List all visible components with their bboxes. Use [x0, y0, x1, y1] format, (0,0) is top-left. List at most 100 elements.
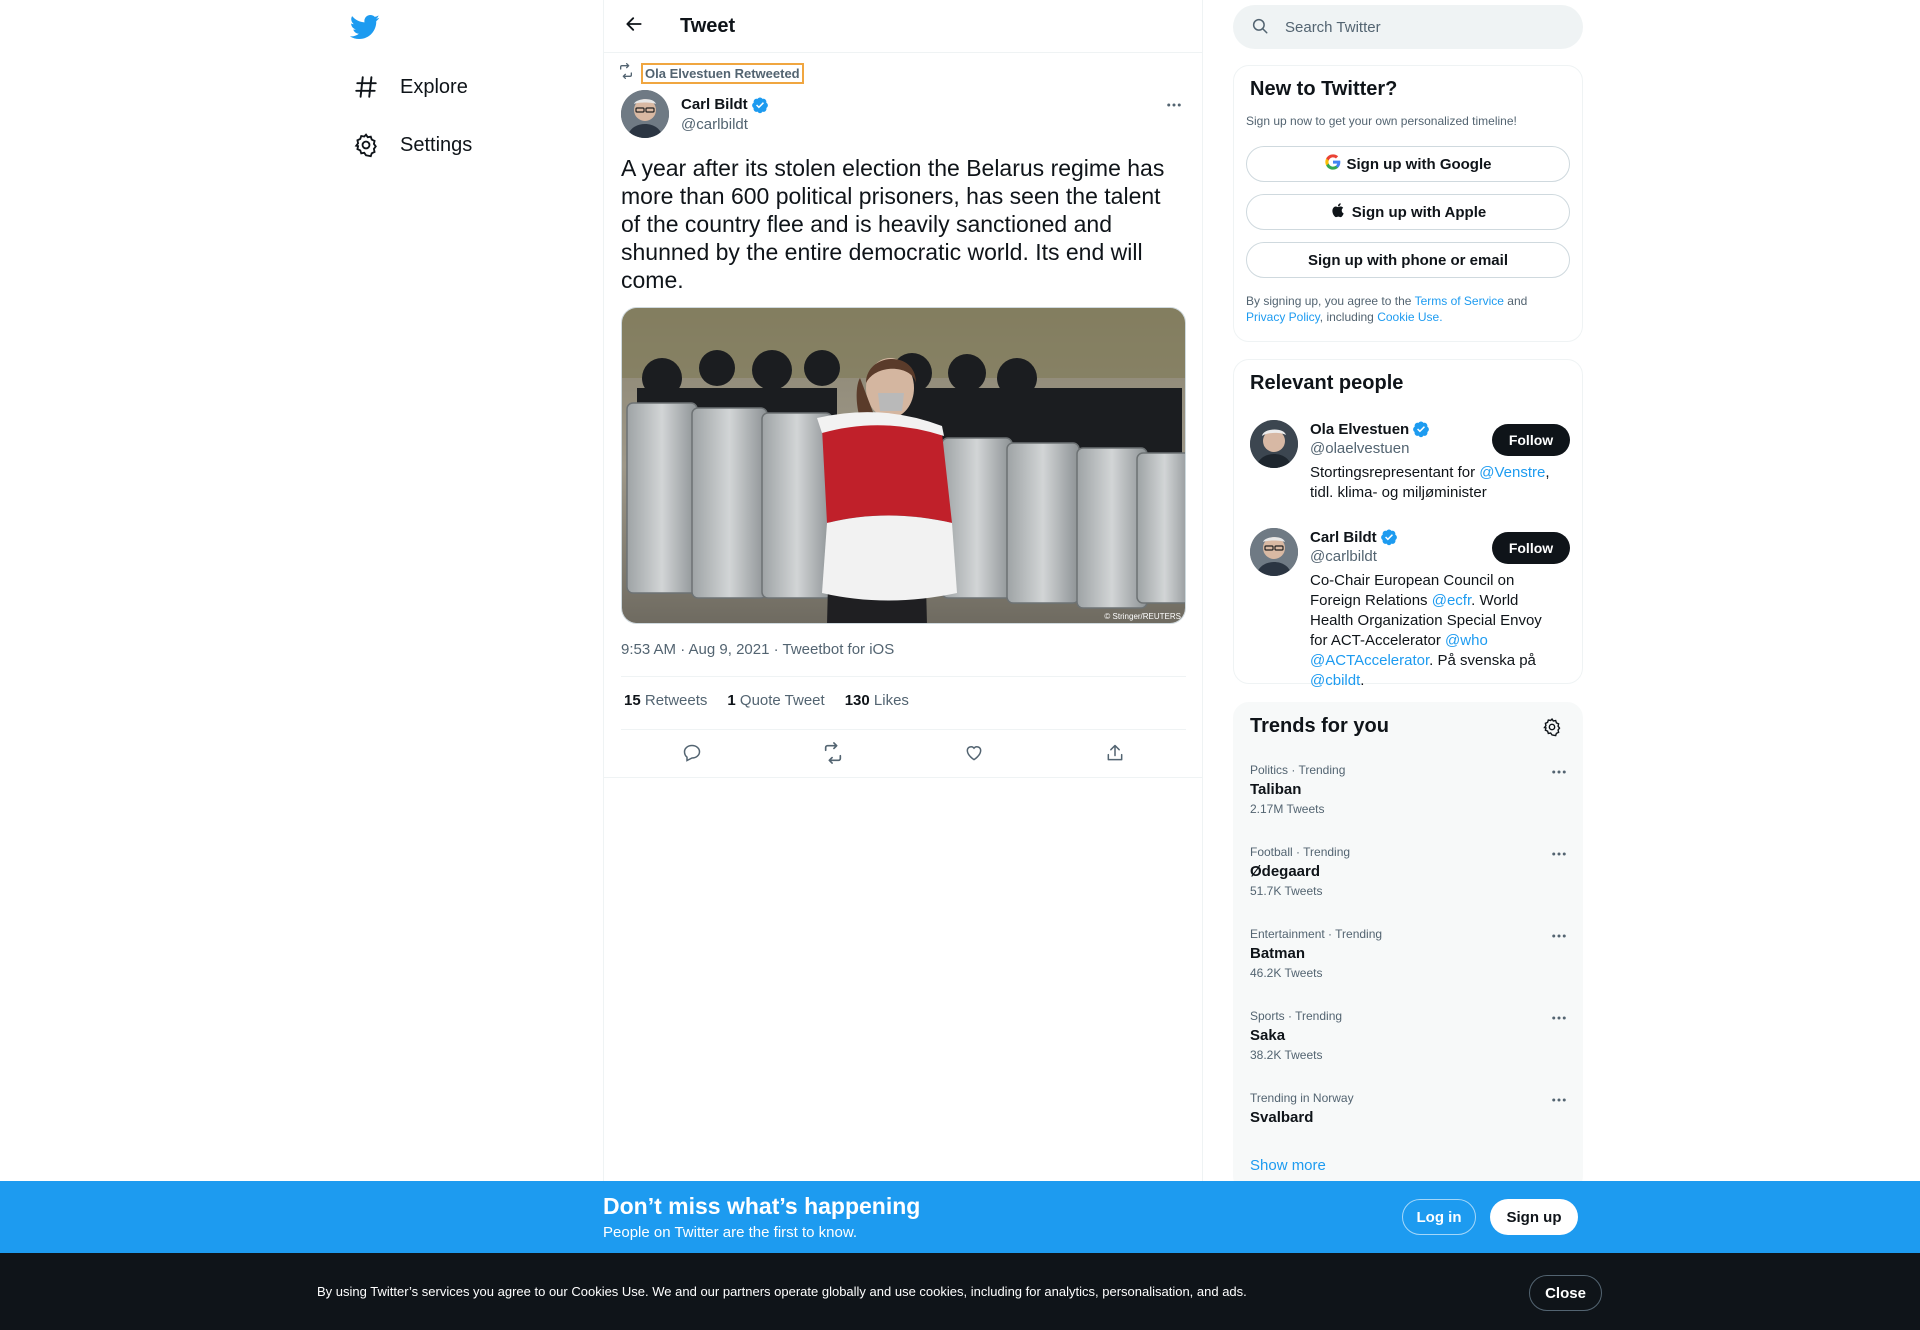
quotes-count: 1: [727, 692, 736, 709]
mention-link[interactable]: @ecfr: [1432, 592, 1471, 609]
signup-button[interactable]: Sign up: [1490, 1199, 1578, 1235]
trend-item[interactable]: Sports · Trending Saka 38.2K Tweets: [1250, 1009, 1570, 1062]
more-dots-icon[interactable]: [1550, 927, 1570, 947]
trend-item[interactable]: Trending in Norway Svalbard: [1250, 1091, 1570, 1126]
bio-text: .: [1360, 672, 1365, 689]
privacy-link[interactable]: Privacy Policy: [1246, 310, 1320, 324]
trend-name: Taliban: [1250, 781, 1302, 798]
cookie-text: By using Twitter’s services you agree to…: [317, 1284, 1247, 1299]
search-bar[interactable]: [1233, 5, 1583, 49]
search-icon: [1251, 17, 1271, 37]
page-title: Tweet: [680, 14, 736, 37]
retweet-icon: [822, 741, 844, 769]
banner-title: Don’t miss what’s happening: [603, 1193, 921, 1219]
close-button[interactable]: Close: [1529, 1275, 1602, 1311]
trend-name: Batman: [1250, 945, 1306, 962]
like-button[interactable]: [956, 737, 992, 773]
search-input[interactable]: [1285, 18, 1545, 36]
signup-email-label: Sign up with phone or email: [1307, 251, 1508, 269]
person-name-text: Carl Bildt: [1310, 528, 1377, 546]
signup-google-label: Sign up with Google: [1346, 155, 1492, 173]
gear-icon[interactable]: [1542, 717, 1564, 739]
author-handle[interactable]: @carlbildt: [681, 116, 769, 133]
trend-count: 2.17M Tweets: [1250, 802, 1325, 816]
quote-tweets-stat[interactable]: 1 Quote Tweet: [727, 692, 824, 709]
more-dots-icon[interactable]: [1550, 1009, 1570, 1029]
reply-button[interactable]: [674, 737, 710, 773]
trend-meta: Trending in Norway: [1250, 1091, 1354, 1105]
twitter-bird-icon[interactable]: [349, 12, 382, 44]
retweets-stat[interactable]: 15 Retweets: [624, 692, 707, 709]
retweet-icon: [618, 63, 634, 84]
relevant-people-title: Relevant people: [1250, 372, 1404, 394]
signup-title: New to Twitter?: [1250, 78, 1398, 100]
retweet-button[interactable]: [815, 737, 851, 773]
mention-link[interactable]: @Venstre: [1479, 464, 1545, 481]
person-bio: Stortingsrepresentant for @Venstre, tidl…: [1310, 463, 1560, 503]
trend-name: Svalbard: [1250, 1109, 1314, 1126]
divider: [621, 729, 1186, 730]
trends-card: Trends for you Politics · Trending Talib…: [1233, 702, 1583, 1192]
person-card[interactable]: Carl Bildt @carlbildt Co-Chair European …: [1250, 528, 1570, 689]
retweeted-by-link[interactable]: Ola Elvestuen Retweeted: [641, 63, 804, 84]
signup-apple-label: Sign up with Apple: [1351, 203, 1487, 221]
show-more-link[interactable]: Show more: [1250, 1157, 1326, 1174]
retweets-count: 15: [624, 692, 641, 709]
trend-count: 38.2K Tweets: [1250, 1048, 1323, 1062]
more-dots-icon: [1165, 96, 1183, 119]
signup-banner: Don’t miss what’s happening People on Tw…: [0, 1181, 1920, 1253]
back-button[interactable]: [616, 8, 652, 44]
relevant-people-card: Relevant people Ola Elvestuen @olaelvest…: [1233, 359, 1583, 689]
login-button[interactable]: Log in: [1402, 1199, 1476, 1235]
nav-settings-label: Settings: [400, 133, 473, 156]
more-dots-icon[interactable]: [1550, 763, 1570, 783]
follow-button[interactable]: Follow: [1492, 532, 1570, 564]
avatar[interactable]: [1250, 420, 1298, 468]
signup-google-button[interactable]: Sign up with Google: [1246, 146, 1570, 182]
google-icon: [1324, 154, 1347, 174]
tweet-stats: 15 Retweets 1 Quote Tweet 130 Likes: [624, 692, 929, 709]
nav-settings[interactable]: Settings: [352, 121, 472, 169]
trend-item[interactable]: Football · Trending Ødegaard 51.7K Tweet…: [1250, 845, 1570, 898]
follow-button[interactable]: Follow: [1492, 424, 1570, 456]
hashtag-icon: [352, 73, 380, 101]
legal-prefix: By signing up, you agree to the: [1246, 294, 1412, 308]
terms-link[interactable]: Terms of Service: [1415, 294, 1504, 308]
mention-link[interactable]: @who: [1445, 632, 1488, 649]
mention-link[interactable]: @cbildt: [1310, 672, 1360, 689]
verified-badge-icon: [751, 96, 769, 114]
trend-item[interactable]: Politics · Trending Taliban 2.17M Tweets: [1250, 763, 1570, 816]
person-name-text: Ola Elvestuen: [1310, 420, 1410, 438]
signup-email-button[interactable]: Sign up with phone or email: [1246, 242, 1570, 278]
avatar[interactable]: [621, 90, 669, 138]
author-name[interactable]: Carl Bildt: [681, 96, 769, 114]
banner-subtitle: People on Twitter are the first to know.: [603, 1224, 858, 1241]
tweet-timestamp[interactable]: 9:53 AM · Aug 9, 2021 · Tweetbot for iOS: [621, 641, 894, 658]
more-options-button[interactable]: [1157, 90, 1191, 124]
signup-apple-button[interactable]: Sign up with Apple: [1246, 194, 1570, 230]
likes-count: 130: [844, 692, 870, 709]
signup-legal: By signing up, you agree to the Terms of…: [1246, 293, 1566, 325]
protest-photo-image: [622, 308, 1185, 623]
signup-subtitle: Sign up now to get your own personalized…: [1246, 114, 1517, 128]
mention-link[interactable]: @ACTAccelerator: [1310, 652, 1429, 669]
cookie-use-link[interactable]: Cookie Use.: [1377, 310, 1442, 324]
trend-item[interactable]: Entertainment · Trending Batman 46.2K Tw…: [1250, 927, 1570, 980]
nav-explore-label: Explore: [400, 75, 468, 98]
more-dots-icon[interactable]: [1550, 1091, 1570, 1111]
apple-icon: [1330, 201, 1352, 223]
photo-credit: © Stringer/REUTERS: [1104, 612, 1181, 621]
more-dots-icon[interactable]: [1550, 845, 1570, 865]
tweet-photo[interactable]: © Stringer/REUTERS: [621, 307, 1186, 624]
share-button[interactable]: [1097, 737, 1133, 773]
person-bio: Co-Chair European Council on Foreign Rel…: [1310, 571, 1560, 691]
avatar[interactable]: [1250, 528, 1298, 576]
person-card[interactable]: Ola Elvestuen @olaelvestuen Stortingsrep…: [1250, 420, 1570, 520]
tweet-author: Carl Bildt @carlbildt: [621, 90, 1191, 138]
reply-icon: [682, 743, 702, 768]
retweets-label: Retweets: [644, 692, 708, 709]
likes-stat[interactable]: 130 Likes: [845, 692, 909, 709]
nav-explore[interactable]: Explore: [352, 63, 468, 111]
divider: [621, 676, 1186, 677]
main-header: Tweet: [604, 0, 1202, 53]
